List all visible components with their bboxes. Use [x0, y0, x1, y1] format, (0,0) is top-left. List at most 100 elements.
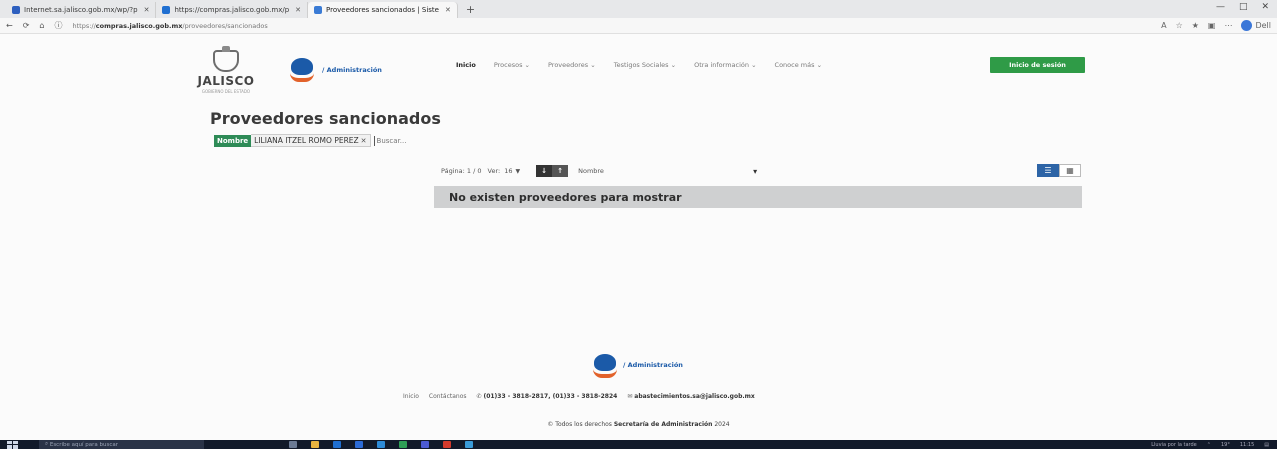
sort-direction-group: ↓ ↑ — [536, 165, 569, 177]
url-path: /proveedores/sancionados — [182, 21, 268, 30]
footer-administracion-logo[interactable]: / Administración — [591, 352, 683, 378]
phone-icon: ✆ — [476, 393, 482, 400]
notifications-icon[interactable]: ▤ — [1264, 442, 1269, 448]
page-title: Proveedores sancionados — [210, 109, 441, 128]
grid-view-icon[interactable]: ▦ — [1059, 164, 1081, 177]
filter-tag-value: LILIANA ITZEL ROMO PEREZ — [254, 136, 359, 145]
mail-icon: ✉ — [627, 393, 633, 400]
filter-tag: LILIANA ITZEL ROMO PEREZ ✕ — [251, 134, 371, 147]
browser-address-bar: ← ⟳ ⌂ ⓘ https://compras.jalisco.gob.mx/p… — [0, 18, 1277, 34]
chevron-down-icon: ⌄ — [590, 61, 596, 69]
maximize-icon[interactable]: □ — [1239, 2, 1248, 12]
back-icon[interactable]: ← — [6, 21, 13, 30]
nav-procesos[interactable]: Procesos ⌄ — [494, 61, 530, 69]
favorite-star-icon[interactable]: ☆ — [1176, 21, 1183, 30]
url-field[interactable]: https://compras.jalisco.gob.mx/proveedor… — [72, 22, 267, 30]
network-icon[interactable]: ⌃ — [1207, 442, 1211, 448]
footer-link-inicio[interactable]: Inicio — [403, 393, 419, 400]
phones-text: (01)33 - 3818-2817, (01)33 - 3818-2824 — [483, 393, 618, 400]
new-tab-button[interactable]: + — [458, 2, 483, 18]
chevron-down-icon: ⌄ — [670, 61, 677, 69]
list-view-icon[interactable]: ☰ — [1037, 164, 1059, 177]
system-tray: Lluvia por la tarde ⌃ 19° 11:15 ▤ — [1151, 440, 1269, 449]
task-view-icon[interactable] — [289, 441, 297, 448]
clock[interactable]: 11:15 — [1240, 442, 1254, 448]
close-tab-icon[interactable]: ✕ — [445, 6, 451, 14]
browser-actions: A ☆ ★ ▣ ⋯ Dell — [1161, 20, 1271, 31]
jalisco-name: JALISCO — [197, 74, 255, 88]
main-nav: Inicio Procesos ⌄ Proveedores ⌄ Testigos… — [456, 61, 822, 69]
read-aloud-icon[interactable]: A — [1161, 21, 1166, 30]
search-input[interactable] — [373, 135, 454, 146]
browser-tab-1[interactable]: Internet.sa.jalisco.gob.mx/wp/?p ✕ — [6, 2, 157, 18]
refresh-icon[interactable]: ⟳ — [23, 21, 30, 30]
home-icon[interactable]: ⌂ — [39, 21, 44, 30]
acrobat-icon[interactable] — [443, 441, 451, 448]
nav-label: Proveedores — [548, 61, 589, 69]
search-icon: ⌕ — [45, 441, 49, 447]
minimize-icon[interactable]: — — [1216, 2, 1225, 12]
windows-start-icon[interactable] — [7, 440, 19, 449]
nav-inicio[interactable]: Inicio — [456, 61, 476, 69]
empty-results-message: No existen proveedores para mostrar — [434, 186, 1082, 208]
browser-tab-2[interactable]: https://compras.jalisco.gob.mx/p ✕ — [156, 2, 309, 18]
taskbar-search[interactable]: ⌕ Escribe aquí para buscar — [39, 440, 204, 449]
results-toolbar: Página: 1 / 0 Ver: 16 ▼ ↓ ↑ Nombre ▾ ☰ ▦ — [441, 164, 1081, 178]
administracion-emblem-icon — [288, 56, 316, 84]
window-controls: — □ ✕ — [1216, 2, 1269, 12]
per-page-label: Ver: — [487, 167, 501, 175]
more-menu-icon[interactable]: ⋯ — [1224, 21, 1232, 30]
administracion-logo[interactable]: / Administración — [288, 56, 382, 84]
teams-icon[interactable] — [421, 441, 429, 448]
extensions-icon[interactable]: ▣ — [1208, 21, 1216, 30]
sort-descending-button[interactable]: ↑ — [552, 165, 569, 177]
chevron-down-icon: ⌄ — [751, 61, 757, 69]
nav-conoce-mas[interactable]: Conoce más ⌄ — [775, 61, 822, 69]
nav-label: Procesos — [493, 61, 523, 69]
temperature: 19° — [1220, 441, 1230, 448]
footer-email[interactable]: ✉ abastecimientos.sa@jalisco.gob.mx — [627, 393, 754, 400]
tab-title: Proveedores sancionados | Siste — [326, 6, 439, 14]
taskbar-apps — [289, 441, 473, 448]
login-button[interactable]: Inicio de sesión — [990, 57, 1085, 73]
jalisco-subtitle: GOBIERNO DEL ESTADO — [201, 89, 251, 94]
footer-link-contacto[interactable]: Contáctanos — [429, 393, 467, 400]
nav-otra-informacion[interactable]: Otra información ⌄ — [694, 61, 756, 69]
view-toggle: ☰ ▦ — [1037, 164, 1081, 177]
tab-title: Internet.sa.jalisco.gob.mx/wp/?p — [24, 6, 138, 14]
filter-bar: Nombre LILIANA ITZEL ROMO PEREZ ✕ — [214, 134, 454, 147]
sort-ascending-button[interactable]: ↓ — [536, 165, 553, 177]
excel-icon[interactable] — [399, 441, 407, 448]
avatar — [1241, 20, 1253, 31]
copyright: © Todos los derechos Secretaría de Admin… — [0, 421, 1277, 428]
copyright-org: Secretaría de Administración — [613, 421, 713, 428]
edge-browser-icon[interactable] — [333, 441, 341, 448]
pagination-label: Página: 1 / 0 — [441, 167, 482, 175]
caret-down-icon[interactable]: ▾ — [753, 167, 757, 176]
file-explorer-icon[interactable] — [311, 441, 319, 448]
nav-testigos-sociales[interactable]: Testigos Sociales ⌄ — [614, 61, 676, 69]
browser-tab-3[interactable]: Proveedores sancionados | Siste ✕ — [308, 2, 458, 18]
profile-button[interactable]: Dell — [1241, 20, 1271, 31]
nav-proveedores[interactable]: Proveedores ⌄ — [548, 61, 596, 69]
sort-field-select[interactable]: Nombre — [578, 167, 753, 175]
email-text: abastecimientos.sa@jalisco.gob.mx — [634, 393, 755, 400]
jalisco-crest-icon — [213, 46, 239, 72]
copyright-year: 2024 — [714, 421, 730, 428]
taskbar-search-placeholder: Escribe aquí para buscar — [49, 441, 118, 448]
outlook-icon[interactable] — [377, 441, 385, 448]
per-page-select[interactable]: 16 ▼ — [504, 167, 520, 175]
tab-title: https://compras.jalisco.gob.mx/p — [174, 6, 290, 14]
favorites-icon[interactable]: ★ — [1192, 21, 1199, 30]
sort-field-value: Nombre — [578, 167, 604, 175]
close-tab-icon[interactable]: ✕ — [144, 6, 150, 14]
footer-phones: ✆ (01)33 - 3818-2817, (01)33 - 3818-2824 — [477, 393, 618, 400]
weather-widget[interactable]: Lluvia por la tarde — [1151, 442, 1197, 448]
close-tab-icon[interactable]: ✕ — [295, 6, 301, 14]
remove-filter-icon[interactable]: ✕ — [361, 137, 367, 145]
jalisco-logo[interactable]: JALISCO GOBIERNO DEL ESTADO — [191, 46, 261, 95]
chevron-down-icon: ⌄ — [816, 61, 823, 69]
close-window-icon[interactable]: ✕ — [1261, 2, 1269, 12]
app-icon[interactable] — [465, 441, 473, 448]
word-icon[interactable] — [355, 441, 363, 448]
